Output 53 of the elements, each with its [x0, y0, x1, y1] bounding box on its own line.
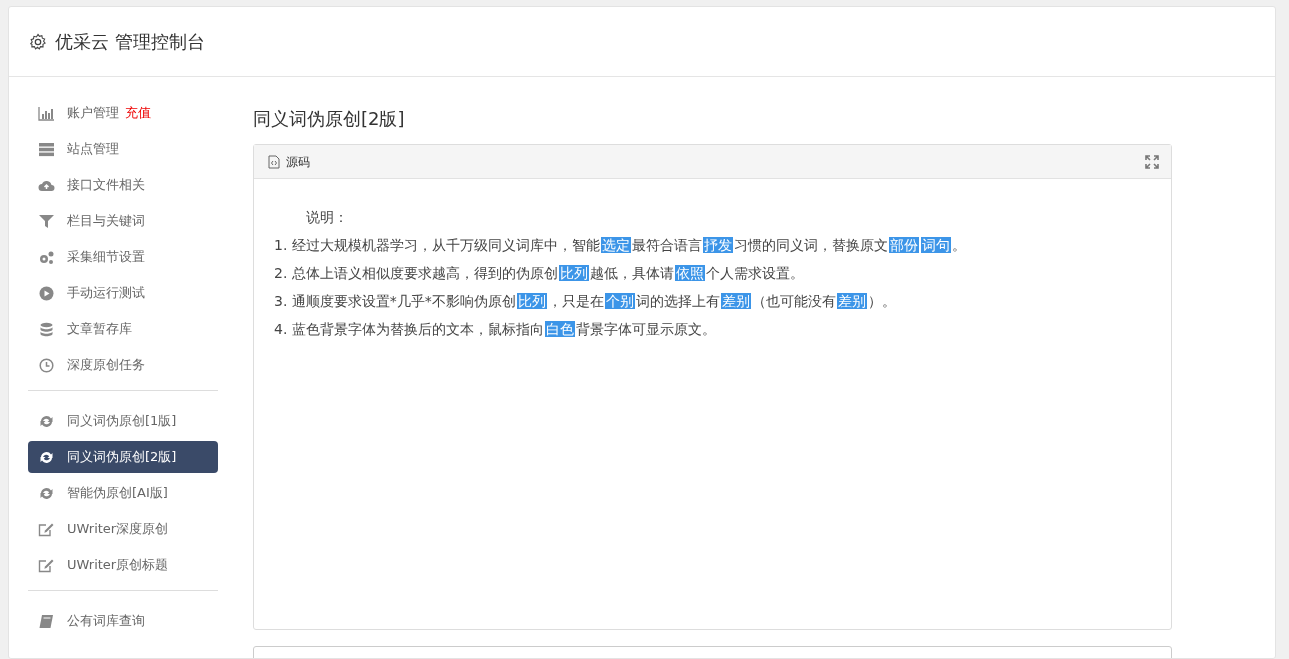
- item-label: 智能伪原创[AI版]: [67, 484, 168, 503]
- refresh-icon: [38, 485, 55, 501]
- item-label: 采集细节设置: [67, 248, 145, 267]
- book-icon: [38, 613, 55, 629]
- sidebar-item[interactable]: UWriter深度原创: [28, 513, 218, 545]
- recharge-link[interactable]: 充值: [125, 103, 151, 123]
- description-line: 2. 总体上语义相似度要求越高，得到的伪原创 比列 越低，具体请依照 个人需求设置。: [274, 264, 805, 283]
- sidebar-item[interactable]: 智能伪原创[AI版]: [28, 477, 218, 509]
- code-file-icon: [268, 154, 280, 169]
- item-label: UWriter深度原创: [67, 520, 169, 539]
- item-label: 同义词伪原创[1版]: [67, 412, 177, 431]
- fullscreen-icon[interactable]: [1145, 154, 1159, 169]
- item-label: 站点管理: [67, 140, 119, 159]
- item-label: 账户管理: [67, 104, 119, 123]
- description-heading: 说明：: [305, 208, 349, 227]
- sidebar-item[interactable]: 账户管理 充值: [28, 97, 218, 129]
- item-label: 公有词库查询: [67, 612, 145, 631]
- sidebar-item[interactable]: 公有词库查询: [28, 605, 218, 637]
- sidebar-item[interactable]: 文章暂存库: [28, 313, 218, 345]
- settings-icon: [29, 32, 47, 51]
- description-line: 4. 蓝色背景字体为替换后的文本，鼠标指向 白色背景字体可显示原文。: [274, 320, 717, 339]
- sidebar-item[interactable]: 同义词伪原创[2版]: [28, 441, 218, 473]
- refresh-icon: [38, 449, 55, 465]
- source-tab[interactable]: 源码: [286, 152, 310, 171]
- filter-icon: [38, 213, 55, 229]
- item-label: 栏目与关键词: [67, 212, 145, 231]
- edit-icon: [38, 557, 55, 573]
- item-label: 接口文件相关: [67, 176, 145, 195]
- item-label: 手动运行测试: [67, 284, 145, 303]
- sidebar-item[interactable]: 接口文件相关: [28, 169, 218, 201]
- sidebar-item[interactable]: 同义词伪原创[1版]: [28, 405, 218, 437]
- database-icon: [38, 321, 55, 337]
- clock-icon: [38, 357, 55, 373]
- sidebar-item[interactable]: 站点管理: [28, 133, 218, 165]
- sidebar-item[interactable]: 采集细节设置: [28, 241, 218, 273]
- gears-icon: [38, 249, 55, 265]
- sidebar-item[interactable]: 栏目与关键词: [28, 205, 218, 237]
- sidebar-item[interactable]: UWriter原创标题: [28, 549, 218, 581]
- description-line: 3. 通顺度要求设置*几乎*不影响伪原创 比列，只是在个别 词的选择上有差别（也可能没有差别）。: [274, 292, 897, 311]
- app-title: 优采云 管理控制台: [55, 30, 205, 54]
- bar-chart-icon: [38, 105, 55, 121]
- page-title: 同义词伪原创[2版]: [253, 107, 406, 131]
- item-label: 同义词伪原创[2版]: [67, 448, 177, 467]
- sidebar-item[interactable]: 手动运行测试: [28, 277, 218, 309]
- refresh-icon: [38, 413, 55, 429]
- description-line: 1. 经过大规模机器学习，从千万级同义词库中，智能选定 最符合语言抒发 习惯的同义词，替换原文 部份 词句。: [274, 236, 967, 255]
- play-icon: [38, 285, 55, 301]
- item-label: 文章暂存库: [67, 320, 132, 339]
- item-label: UWriter原创标题: [67, 556, 169, 575]
- server-icon: [38, 141, 55, 157]
- sidebar-item[interactable]: 深度原创任务: [28, 349, 218, 381]
- edit-icon: [38, 521, 55, 537]
- item-label: 深度原创任务: [67, 356, 145, 375]
